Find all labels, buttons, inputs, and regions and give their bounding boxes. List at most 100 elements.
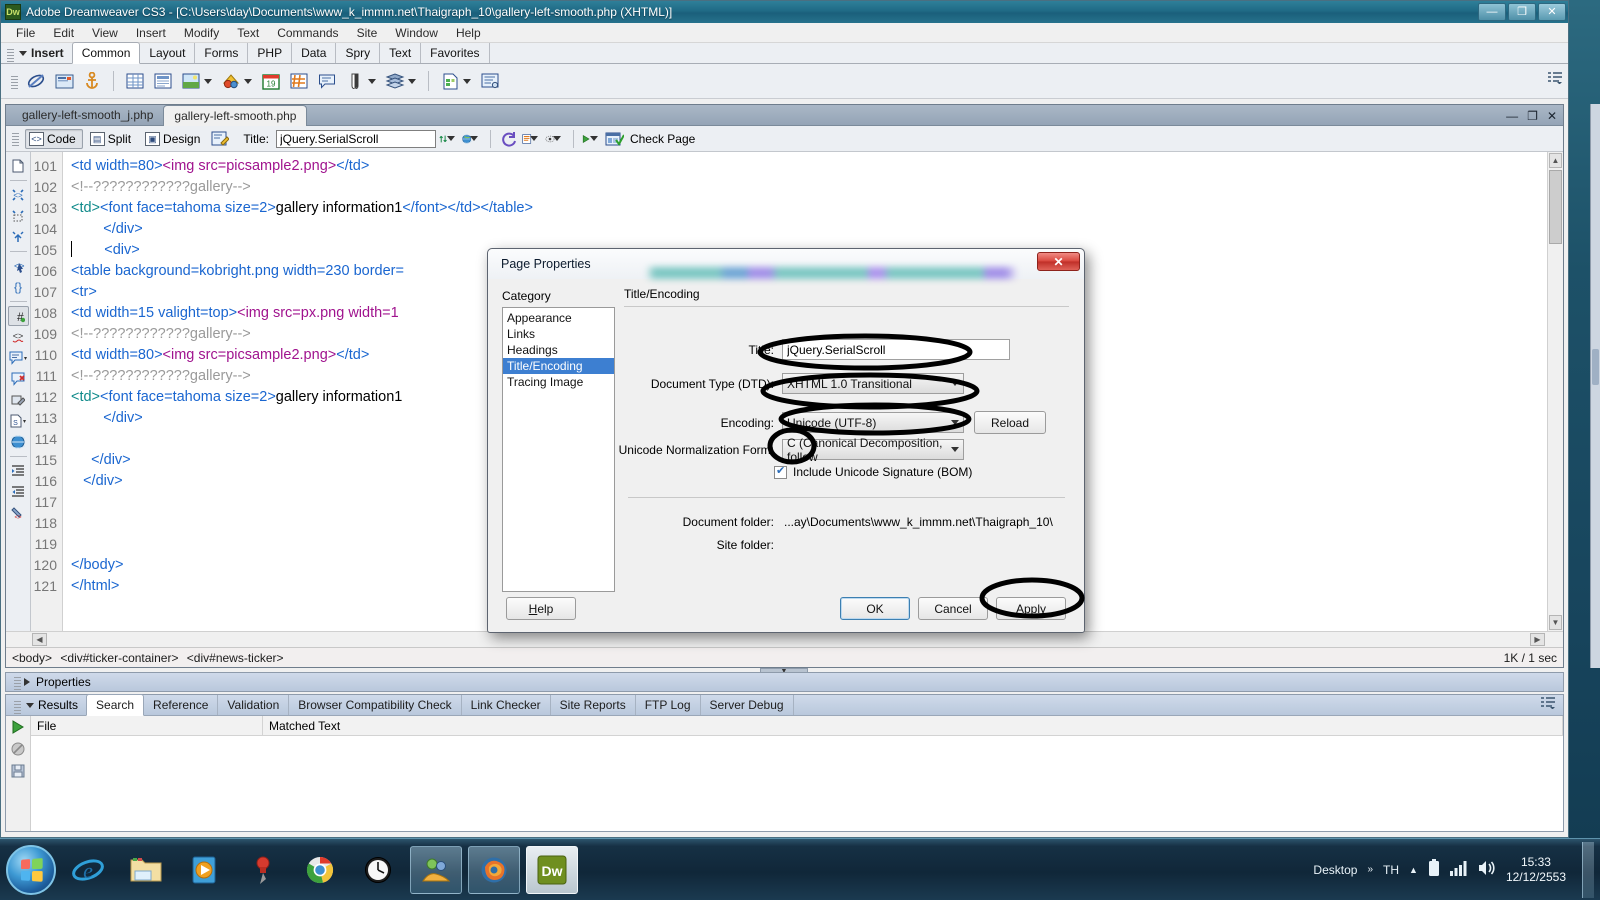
dialog-close-button[interactable]: ✕: [1037, 252, 1080, 271]
code-view-button[interactable]: <> Code: [25, 128, 83, 149]
ok-button[interactable]: OK: [840, 597, 910, 620]
insert-tab-forms[interactable]: Forms: [195, 43, 249, 63]
normalization-combobox[interactable]: C (Canonical Decomposition, follow: [782, 436, 964, 464]
encoding-combobox[interactable]: Unicode (UTF-8): [782, 412, 964, 433]
code-line[interactable]: <td><font face=tahoma size=2>gallery inf…: [71, 198, 1563, 219]
visual-aids-icon[interactable]: [545, 129, 565, 149]
templates-icon[interactable]: [437, 68, 463, 94]
results-tab-browser-compatibility-check[interactable]: Browser Compatibility Check: [289, 695, 462, 715]
menu-insert[interactable]: Insert: [127, 24, 175, 42]
remove-comment-icon[interactable]: [8, 369, 29, 389]
wrap-tag-icon[interactable]: [8, 390, 29, 410]
validate-markup-icon[interactable]: [582, 129, 602, 149]
named-anchor-icon[interactable]: [79, 68, 105, 94]
category-list[interactable]: Appearance Links Headings Title/Encoding…: [502, 307, 615, 592]
code-line[interactable]: <!--????????????gallery-->: [71, 177, 1563, 198]
bom-checkbox[interactable]: [774, 464, 787, 479]
menu-commands[interactable]: Commands: [268, 24, 347, 42]
file-management-icon[interactable]: [439, 129, 459, 149]
close-button[interactable]: ✕: [1538, 3, 1566, 21]
chevron-down-icon[interactable]: [446, 136, 455, 141]
chevron-down-icon[interactable]: [589, 136, 598, 141]
tray-show-hidden-icon[interactable]: ▲: [1409, 865, 1418, 875]
menu-text[interactable]: Text: [228, 24, 268, 42]
code-vertical-scrollbar[interactable]: ▲ ▼: [1547, 152, 1563, 631]
scroll-thumb[interactable]: [1549, 170, 1562, 244]
tag-chooser-icon[interactable]: [477, 68, 503, 94]
comment-icon[interactable]: [314, 68, 340, 94]
insert-tab-favorites[interactable]: Favorites: [421, 43, 490, 63]
expand-all-icon[interactable]: [8, 227, 29, 247]
image-icon[interactable]: [178, 68, 204, 94]
category-item-appearance[interactable]: Appearance: [503, 310, 614, 326]
code-horizontal-scrollbar[interactable]: ◀ ▶: [6, 631, 1563, 647]
menu-modify[interactable]: Modify: [175, 24, 228, 42]
volume-icon[interactable]: [1478, 860, 1496, 879]
scroll-down-arrow[interactable]: ▼: [1549, 615, 1562, 630]
scroll-left-arrow[interactable]: ◀: [32, 633, 47, 646]
taskbar-clock-app[interactable]: [352, 846, 404, 894]
results-panel-grip[interactable]: [14, 701, 21, 715]
stop-icon[interactable]: [11, 742, 25, 759]
document-close-button[interactable]: ✕: [1547, 109, 1557, 123]
line-numbers-icon[interactable]: #: [7, 306, 29, 326]
help-button[interactable]: Help: [506, 597, 576, 620]
results-tab-site-reports[interactable]: Site Reports: [551, 695, 636, 715]
check-page-label[interactable]: Check Page: [630, 132, 695, 146]
reload-button[interactable]: Reload: [974, 411, 1046, 434]
insert-tab-text[interactable]: Text: [380, 43, 422, 63]
open-documents-icon[interactable]: [8, 156, 29, 176]
insert-tab-layout[interactable]: Layout: [140, 43, 196, 63]
date-icon[interactable]: 19: [258, 68, 284, 94]
document-minimize-button[interactable]: —: [1506, 109, 1518, 123]
tag-selector-ticker-container[interactable]: <div#ticker-container>: [60, 651, 178, 665]
chevron-down-icon[interactable]: [408, 78, 416, 84]
server-side-include-icon[interactable]: [286, 68, 312, 94]
run-search-icon[interactable]: [11, 720, 25, 737]
select-parent-tag-icon[interactable]: <>: [8, 256, 29, 276]
category-item-tracing-image[interactable]: Tracing Image: [503, 374, 614, 390]
panel-options-icon[interactable]: [1541, 697, 1555, 712]
collapse-full-tag-icon[interactable]: <>: [8, 185, 29, 205]
highlight-invalid-code-icon[interactable]: <>: [8, 327, 29, 347]
panel-options-icon[interactable]: [1548, 72, 1562, 87]
head-tag-icon[interactable]: [342, 68, 368, 94]
media-icon[interactable]: [218, 68, 244, 94]
category-item-links[interactable]: Links: [503, 326, 614, 342]
format-source-code-icon[interactable]: <>: [8, 503, 29, 523]
tray-desktop-label[interactable]: Desktop: [1313, 863, 1357, 877]
script-icon[interactable]: [382, 68, 408, 94]
doc-title-input[interactable]: [275, 129, 436, 148]
insert-tab-php[interactable]: PHP: [248, 43, 293, 63]
start-button[interactable]: [6, 844, 56, 895]
results-tab-server-debug[interactable]: Server Debug: [701, 695, 794, 715]
insert-div-tag-icon[interactable]: [150, 68, 176, 94]
insert-tab-spry[interactable]: Spry: [336, 43, 381, 63]
menu-file[interactable]: File: [7, 24, 44, 42]
battery-icon[interactable]: [1428, 859, 1440, 880]
taskbar-pin-app[interactable]: [236, 846, 288, 894]
taskbar-clock[interactable]: 15:33 12/12/2553: [1506, 855, 1566, 885]
taskbar-windows-explorer[interactable]: [120, 846, 172, 894]
results-tab-search[interactable]: Search: [86, 694, 145, 716]
apply-comment-icon[interactable]: ▾: [8, 348, 29, 368]
chevron-right-icon[interactable]: [24, 678, 30, 686]
indent-code-icon[interactable]: [8, 461, 29, 481]
category-item-title-encoding[interactable]: Title/Encoding: [503, 358, 614, 374]
view-options-icon[interactable]: [522, 129, 542, 149]
taskbar-messenger[interactable]: [410, 845, 462, 894]
menu-view[interactable]: View: [83, 24, 127, 42]
results-panel-label[interactable]: Results: [24, 695, 86, 715]
save-report-icon[interactable]: [11, 764, 25, 781]
properties-panel[interactable]: Properties: [5, 672, 1564, 692]
insert-tab-common[interactable]: Common: [71, 42, 141, 64]
taskbar-google-chrome[interactable]: [294, 846, 346, 894]
document-toolbar-grip[interactable]: [12, 133, 19, 147]
right-panel-dock[interactable]: [1590, 104, 1600, 668]
scroll-up-arrow[interactable]: ▲: [1549, 153, 1562, 168]
panel-dock-handle[interactable]: [1592, 349, 1599, 385]
results-tab-link-checker[interactable]: Link Checker: [462, 695, 551, 715]
tray-overflow-icon[interactable]: »: [1367, 864, 1373, 875]
design-view-button[interactable]: ▣ Design: [141, 129, 207, 149]
menu-site[interactable]: Site: [348, 24, 387, 42]
